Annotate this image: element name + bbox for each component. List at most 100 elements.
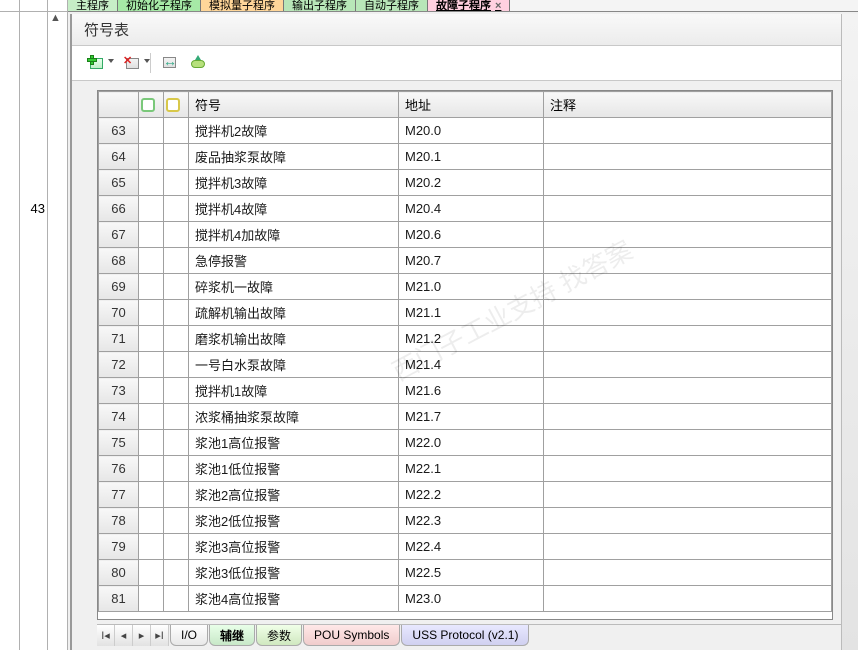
tab-close-icon[interactable]: × — [495, 0, 501, 11]
row-icon2-cell[interactable] — [164, 430, 189, 456]
row-symbol-cell[interactable]: 浆池1高位报警 — [189, 430, 399, 456]
nav-first-button[interactable]: I◂ — [97, 625, 115, 646]
row-comment-cell[interactable] — [544, 482, 832, 508]
row-comment-cell[interactable] — [544, 118, 832, 144]
row-address-cell[interactable]: M21.1 — [399, 300, 544, 326]
row-comment-cell[interactable] — [544, 508, 832, 534]
row-address-cell[interactable]: M21.2 — [399, 326, 544, 352]
row-icon1-cell[interactable] — [139, 196, 164, 222]
row-symbol-cell[interactable]: 一号白水泵故障 — [189, 352, 399, 378]
row-symbol-cell[interactable]: 搅拌机3故障 — [189, 170, 399, 196]
table-row[interactable]: 75浆池1高位报警M22.0 — [99, 430, 832, 456]
row-icon1-cell[interactable] — [139, 118, 164, 144]
nav-next-button[interactable]: ▸ — [133, 625, 151, 646]
move-button[interactable]: ↔ — [157, 52, 183, 74]
row-address-cell[interactable]: M22.1 — [399, 456, 544, 482]
row-symbol-cell[interactable]: 浆池2低位报警 — [189, 508, 399, 534]
row-icon2-cell[interactable] — [164, 326, 189, 352]
row-icon2-cell[interactable] — [164, 456, 189, 482]
col-head-icon2[interactable] — [164, 92, 189, 118]
row-icon1-cell[interactable] — [139, 222, 164, 248]
row-address-cell[interactable]: M22.3 — [399, 508, 544, 534]
row-comment-cell[interactable] — [544, 456, 832, 482]
row-icon2-cell[interactable] — [164, 300, 189, 326]
row-address-cell[interactable]: M20.1 — [399, 144, 544, 170]
row-symbol-cell[interactable]: 碎浆机一故障 — [189, 274, 399, 300]
row-address-cell[interactable]: M20.6 — [399, 222, 544, 248]
tab-main[interactable]: 主程序 — [68, 0, 118, 11]
row-icon1-cell[interactable] — [139, 508, 164, 534]
row-comment-cell[interactable] — [544, 404, 832, 430]
row-icon2-cell[interactable] — [164, 404, 189, 430]
row-symbol-cell[interactable]: 废品抽浆泵故障 — [189, 144, 399, 170]
row-comment-cell[interactable] — [544, 300, 832, 326]
row-comment-cell[interactable] — [544, 248, 832, 274]
row-comment-cell[interactable] — [544, 274, 832, 300]
bottom-tab-uss[interactable]: USS Protocol (v2.1) — [401, 625, 529, 646]
table-row[interactable]: 71磨浆机输出故障M21.2 — [99, 326, 832, 352]
row-icon2-cell[interactable] — [164, 222, 189, 248]
tab-init[interactable]: 初始化子程序 — [118, 0, 201, 11]
dropdown-icon[interactable] — [144, 59, 150, 63]
row-address-cell[interactable]: M22.5 — [399, 560, 544, 586]
row-address-cell[interactable]: M23.0 — [399, 586, 544, 612]
row-comment-cell[interactable] — [544, 586, 832, 612]
row-icon2-cell[interactable] — [164, 352, 189, 378]
row-icon2-cell[interactable] — [164, 586, 189, 612]
row-symbol-cell[interactable]: 磨浆机输出故障 — [189, 326, 399, 352]
row-address-cell[interactable]: M20.4 — [399, 196, 544, 222]
row-icon1-cell[interactable] — [139, 534, 164, 560]
bottom-tab-pou[interactable]: POU Symbols — [303, 625, 400, 646]
row-icon1-cell[interactable] — [139, 430, 164, 456]
col-head-icon1[interactable] — [139, 92, 164, 118]
row-comment-cell[interactable] — [544, 222, 832, 248]
row-icon1-cell[interactable] — [139, 404, 164, 430]
table-row[interactable]: 78浆池2低位报警M22.3 — [99, 508, 832, 534]
bottom-tab-relay[interactable]: 辅继 — [209, 625, 255, 646]
row-icon2-cell[interactable] — [164, 118, 189, 144]
row-icon2-cell[interactable] — [164, 534, 189, 560]
row-icon2-cell[interactable] — [164, 196, 189, 222]
row-comment-cell[interactable] — [544, 352, 832, 378]
table-row[interactable]: 64废品抽浆泵故障M20.1 — [99, 144, 832, 170]
row-icon2-cell[interactable] — [164, 560, 189, 586]
col-head-address[interactable]: 地址 — [399, 92, 544, 118]
tab-output[interactable]: 输出子程序 — [284, 0, 356, 11]
row-icon2-cell[interactable] — [164, 144, 189, 170]
row-comment-cell[interactable] — [544, 560, 832, 586]
row-symbol-cell[interactable]: 浆池3高位报警 — [189, 534, 399, 560]
table-row[interactable]: 74浓浆桶抽浆泵故障M21.7 — [99, 404, 832, 430]
nav-last-button[interactable]: ▸I — [151, 625, 169, 646]
row-comment-cell[interactable] — [544, 144, 832, 170]
row-symbol-cell[interactable]: 浆池4高位报警 — [189, 586, 399, 612]
row-icon1-cell[interactable] — [139, 144, 164, 170]
row-icon1-cell[interactable] — [139, 300, 164, 326]
tab-analog[interactable]: 模拟量子程序 — [201, 0, 284, 11]
bottom-tab-io[interactable]: I/O — [170, 625, 208, 646]
col-head-symbol[interactable]: 符号 — [189, 92, 399, 118]
table-row[interactable]: 66搅拌机4故障M20.4 — [99, 196, 832, 222]
row-comment-cell[interactable] — [544, 170, 832, 196]
row-comment-cell[interactable] — [544, 326, 832, 352]
row-address-cell[interactable]: M22.4 — [399, 534, 544, 560]
row-icon2-cell[interactable] — [164, 508, 189, 534]
row-comment-cell[interactable] — [544, 534, 832, 560]
row-icon2-cell[interactable] — [164, 274, 189, 300]
row-icon1-cell[interactable] — [139, 352, 164, 378]
row-symbol-cell[interactable]: 搅拌机2故障 — [189, 118, 399, 144]
row-address-cell[interactable]: M22.2 — [399, 482, 544, 508]
row-address-cell[interactable]: M21.7 — [399, 404, 544, 430]
row-address-cell[interactable]: M20.7 — [399, 248, 544, 274]
row-icon1-cell[interactable] — [139, 170, 164, 196]
row-address-cell[interactable]: M20.2 — [399, 170, 544, 196]
row-icon1-cell[interactable] — [139, 560, 164, 586]
row-symbol-cell[interactable]: 浆池1低位报警 — [189, 456, 399, 482]
dropdown-icon[interactable] — [108, 59, 114, 63]
row-icon2-cell[interactable] — [164, 170, 189, 196]
row-icon1-cell[interactable] — [139, 586, 164, 612]
row-address-cell[interactable]: M22.0 — [399, 430, 544, 456]
row-icon2-cell[interactable] — [164, 378, 189, 404]
gutter-up-icon[interactable]: ▲ — [50, 12, 61, 24]
table-row[interactable]: 63搅拌机2故障M20.0 — [99, 118, 832, 144]
row-symbol-cell[interactable]: 搅拌机1故障 — [189, 378, 399, 404]
